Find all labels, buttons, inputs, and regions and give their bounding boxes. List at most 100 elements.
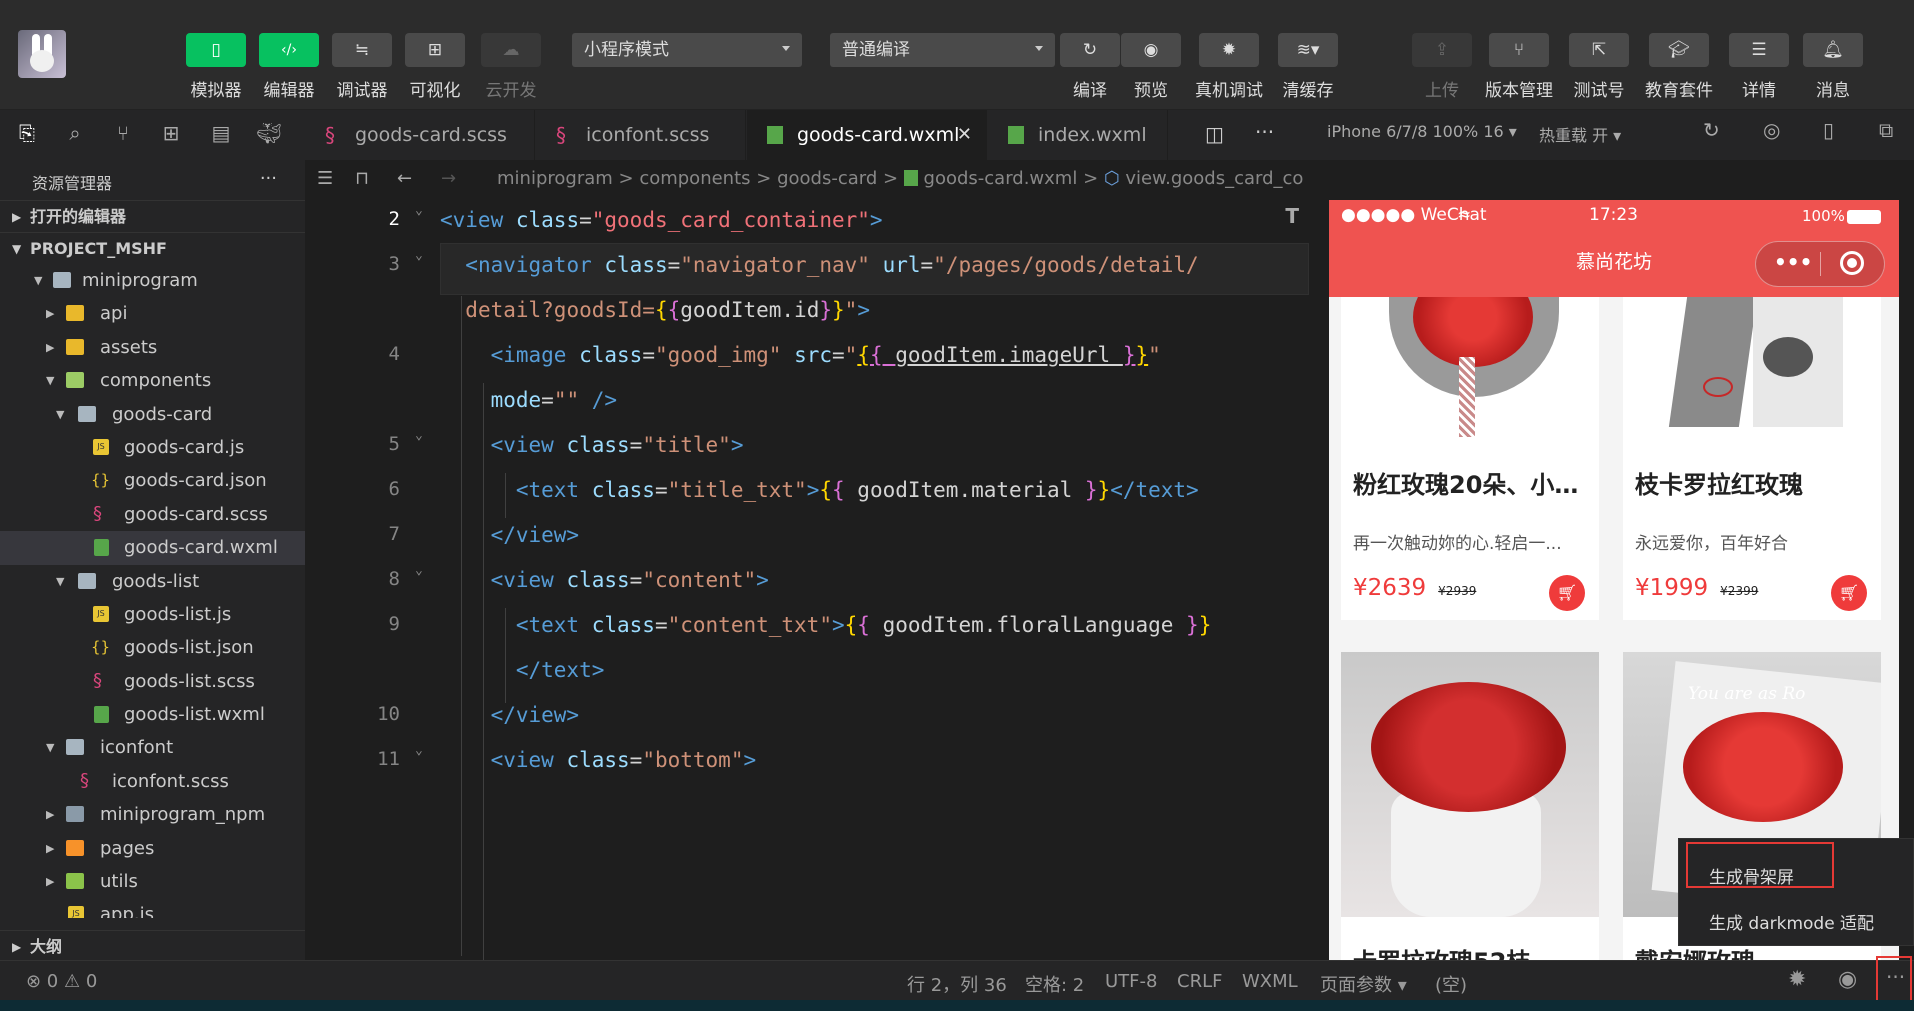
tab-index-wxml[interactable]: index.wxml [988,110,1168,160]
version-button[interactable]: ⑂ [1489,33,1549,67]
code-editor[interactable]: T 1 2 3 4 5 6 7 8 9 10 11 ⌄ ⌄ ⌄ ⌄ ⌄ <!--… [305,198,1309,960]
refresh-icon[interactable]: ↻ [1703,118,1720,142]
line-ending[interactable]: CRLF [1177,971,1222,992]
tree-components[interactable]: ▼ components [0,364,305,397]
details-button[interactable]: ☰ [1729,33,1789,67]
phone-icon[interactable]: ▯ [1823,118,1834,142]
eye-icon[interactable]: ◉ [1838,967,1857,992]
extensions-icon[interactable]: ⊞ [158,120,184,146]
clear-cache-button[interactable]: ≋▾ [1278,33,1338,67]
tree-assets[interactable]: ▶ assets [0,331,305,364]
menu-item-darkmode[interactable]: 生成 darkmode 适配 [1709,909,1874,934]
tree-file[interactable]: {} goods-list.json [0,631,305,664]
breadcrumb-item[interactable]: components [639,168,750,189]
encoding[interactable]: UTF-8 [1105,971,1157,992]
fold-chevron-icon[interactable]: ⌄ [415,563,423,578]
tree-file[interactable]: {} goods-card.json [0,464,305,497]
debugger-button[interactable]: ≒ [332,33,392,67]
education-button[interactable]: 🎓︎ [1649,33,1709,67]
tree-file[interactable]: JS goods-card.js [0,431,305,464]
goods-card[interactable]: 卡罗拉玫瑰52枝 [1341,652,1599,960]
code-line: <view class="title"> [490,433,744,457]
cart-icon[interactable]: 🛒︎ [1549,575,1585,611]
search-icon[interactable]: ⌕ [62,120,88,146]
close-icon[interactable]: ✕ [957,110,972,160]
list-icon[interactable]: ☰ [317,160,333,198]
remote-debug-button[interactable]: ✹ [1199,33,1259,67]
tree-file[interactable]: § iconfont.scss [0,765,305,798]
tab-iconfont-scss[interactable]: § iconfont.scss [536,110,746,160]
bookmark-icon[interactable]: ⊓ [355,160,369,198]
project-section[interactable]: ▼ PROJECT_MSHF [0,232,305,264]
goods-card[interactable]: 粉红玫瑰20朵、小熊... 再一次触动妳的心.轻启一... ¥2639 ¥2939… [1341,297,1599,620]
tree-file[interactable]: JS goods-list.js [0,598,305,631]
forward-arrow-icon[interactable]: → [441,160,456,198]
indent-setting[interactable]: 空格: 2 [1025,971,1084,997]
device-select[interactable]: iPhone 6/7/8 100% 16 ▾ [1327,122,1517,141]
tree-file[interactable]: § goods-card.scss [0,498,305,531]
open-editors-section[interactable]: ▶ 打开的编辑器 [0,200,305,232]
user-avatar[interactable] [18,30,66,78]
source-control-icon[interactable]: ⑂ [110,120,136,146]
stop-icon[interactable]: ◎ [1763,118,1780,142]
tree-pages[interactable]: ▶ pages [0,832,305,865]
minimap-toggle-icon[interactable]: T [1285,204,1299,228]
more-dots-icon[interactable]: ••• [1774,250,1812,274]
simulator-button[interactable]: ▯ [186,33,246,67]
more-icon[interactable]: ··· [260,168,277,189]
visualization-button[interactable]: ⊞ [405,33,465,67]
fold-chevron-icon[interactable]: ⌄ [415,203,423,218]
tree-file[interactable]: goods-card.wxml [0,531,305,565]
highlight-box [1876,956,1912,1002]
goods-card[interactable]: 枝卡罗拉红玫瑰 永远爱你，百年好合 ¥1999 ¥2399 🛒︎ [1623,297,1881,620]
compile-button[interactable]: ↻ [1060,33,1120,67]
fold-chevron-icon[interactable]: ⌄ [415,743,423,758]
page-params-select[interactable]: 页面参数 ▾ [1320,971,1407,997]
fold-chevron-icon[interactable]: ⌄ [415,428,423,443]
tree-utils[interactable]: ▶ utils [0,865,305,898]
price-value: ¥1999 [1635,575,1709,601]
wxml-file-icon [903,170,918,186]
upload-button[interactable]: ⇪ [1412,33,1472,67]
tree-miniprogram-npm[interactable]: ▶ miniprogram_npm [0,798,305,831]
hot-reload-toggle[interactable]: 热重载 开 ▾ [1539,122,1621,146]
tree-goods-card[interactable]: ▼ goods-card [0,398,305,431]
compile-select[interactable]: 普通编译 [830,33,1055,67]
cursor-position[interactable]: 行 2，列 36 [907,971,1007,997]
preview-button[interactable]: ◉ [1121,33,1181,67]
fold-chevron-icon[interactable]: ⌄ [415,248,423,263]
tab-goods-card-wxml[interactable]: goods-card.wxml ✕ [747,110,987,160]
save-icon[interactable]: ▤ [208,120,234,146]
tree-iconfont[interactable]: ▼ iconfont [0,731,305,764]
tree-file[interactable]: goods-list.wxml [0,698,305,731]
tree-file[interactable]: JS app.js [0,898,305,919]
window-icon[interactable]: ⧉ [1879,118,1893,142]
tree-miniprogram[interactable]: ▼ miniprogram [0,264,305,297]
capsule-button[interactable]: ••• [1755,241,1885,287]
split-editor-icon[interactable]: ◫ [1205,122,1224,146]
outline-section[interactable]: ▶ 大纲 [0,930,305,962]
language-mode[interactable]: WXML [1242,971,1298,992]
tree-file[interactable]: § goods-list.scss [0,665,305,698]
problems-count[interactable]: ⊗ 0 ⚠ 0 [26,971,97,992]
docker-icon[interactable]: 🐳︎ [256,120,282,146]
cloud-button[interactable]: ☁ [481,33,541,67]
close-miniprogram-icon[interactable] [1840,251,1864,275]
editor-button[interactable]: ‹/› [259,33,319,67]
breadcrumb-item[interactable]: goods-card [777,168,877,189]
breadcrumb-item[interactable]: view.goods_card_co [1125,168,1303,189]
tab-goods-card-scss[interactable]: § goods-card.scss [305,110,535,160]
more-icon[interactable]: ··· [1255,120,1274,144]
mode-select[interactable]: 小程序模式 [572,33,802,67]
breadcrumb-item[interactable]: goods-card.wxml [924,168,1078,189]
back-arrow-icon[interactable]: ← [397,160,412,198]
messages-button[interactable]: 🔔︎ [1803,33,1863,67]
tree-api[interactable]: ▶ api [0,297,305,330]
breadcrumb-item[interactable]: miniprogram [497,168,613,189]
test-account-button[interactable]: ⇱ [1569,33,1629,67]
bug-icon[interactable]: ✹ [1788,967,1806,992]
tree-goods-list[interactable]: ▼ goods-list [0,565,305,598]
card-price: ¥1999 ¥2399 [1635,575,1758,601]
cart-icon[interactable]: 🛒︎ [1831,575,1867,611]
files-icon[interactable]: ⎘ [14,120,40,146]
